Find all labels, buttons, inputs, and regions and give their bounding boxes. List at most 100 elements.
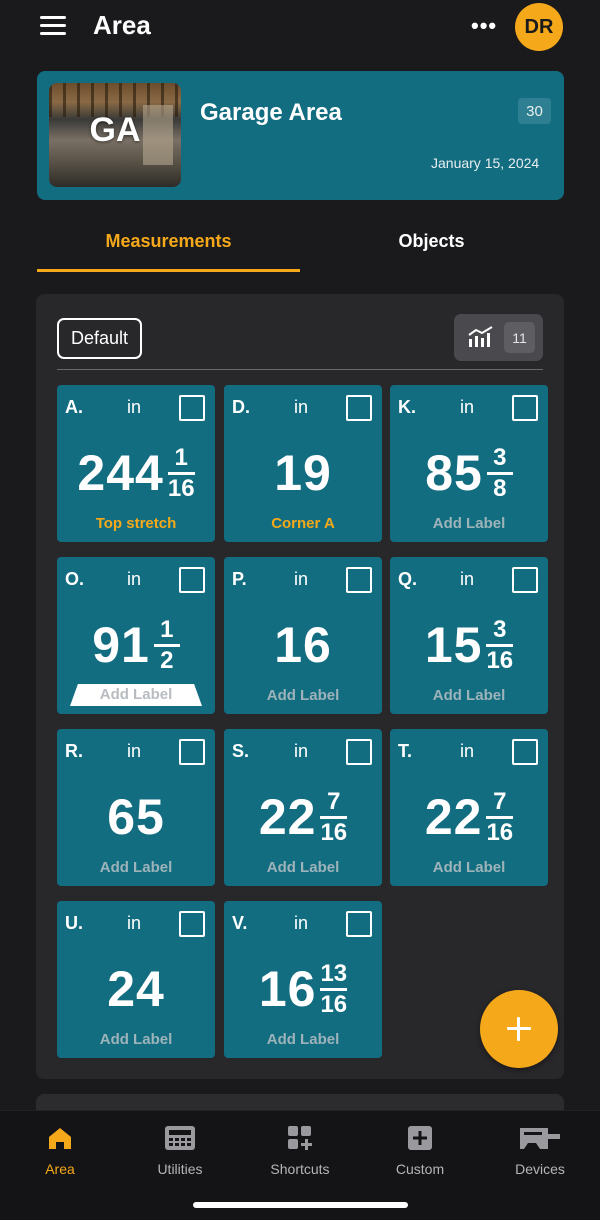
- fraction-denominator: 16: [486, 818, 514, 846]
- measurement-letter: T.: [398, 741, 413, 761]
- fraction-numerator: 3: [493, 615, 507, 643]
- divider: [57, 369, 543, 370]
- measurement-label[interactable]: Add Label: [224, 859, 382, 876]
- measurement-unit[interactable]: in: [294, 397, 308, 418]
- fraction-numerator: 7: [493, 787, 507, 815]
- measurement-value: 22 7 16: [224, 787, 382, 847]
- tab-objects[interactable]: Objects: [300, 220, 563, 272]
- user-avatar[interactable]: DR: [515, 3, 563, 51]
- select-checkbox[interactable]: [512, 395, 538, 421]
- measurement-label[interactable]: Corner A: [224, 515, 382, 532]
- fraction-denominator: 16: [320, 818, 348, 846]
- measurement-tile[interactable]: K. in 85 3 8 Add Label: [390, 385, 548, 542]
- measurement-tile[interactable]: A. in 244 1 16 Top stretch: [57, 385, 215, 542]
- measurement-value: 65: [57, 787, 215, 847]
- nav-item-devices[interactable]: Devices: [480, 1125, 600, 1177]
- measurement-letter: S.: [232, 741, 250, 761]
- tab-measurements[interactable]: Measurements: [37, 220, 300, 272]
- measurement-unit[interactable]: in: [127, 569, 141, 590]
- measurement-unit[interactable]: in: [460, 741, 474, 762]
- measurement-tile[interactable]: S. in 22 7 16 Add Label: [224, 729, 382, 886]
- measurement-label[interactable]: Add Label: [390, 687, 548, 704]
- stats-button[interactable]: 11: [454, 314, 543, 361]
- select-checkbox[interactable]: [179, 567, 205, 593]
- measurement-unit[interactable]: in: [294, 913, 308, 934]
- measurement-unit[interactable]: in: [294, 741, 308, 762]
- fraction-denominator: 16: [320, 990, 348, 1018]
- nav-item-shortcuts[interactable]: Shortcuts: [240, 1125, 360, 1177]
- measurement-unit[interactable]: in: [127, 397, 141, 418]
- measurement-tile[interactable]: T. in 22 7 16 Add Label: [390, 729, 548, 886]
- measurement-tile[interactable]: Q. in 15 3 16 Add Label: [390, 557, 548, 714]
- select-checkbox[interactable]: [346, 911, 372, 937]
- area-name: Garage Area: [200, 99, 342, 126]
- measurement-whole: 244: [77, 445, 164, 501]
- measurement-unit[interactable]: in: [127, 913, 141, 934]
- nav-item-custom[interactable]: Custom: [360, 1125, 480, 1177]
- nav-label-custom: Custom: [395, 1161, 445, 1177]
- measurement-label[interactable]: Add Label: [57, 859, 215, 876]
- measurement-unit[interactable]: in: [460, 397, 474, 418]
- nav-label-area: Area: [45, 1161, 75, 1177]
- select-checkbox[interactable]: [179, 911, 205, 937]
- filter-default-button[interactable]: Default: [57, 318, 142, 359]
- measurement-label[interactable]: Add Label: [224, 687, 382, 704]
- fraction-numerator: 13: [320, 959, 348, 987]
- area-card[interactable]: GA Garage Area 30 January 15, 2024: [37, 71, 564, 200]
- measurement-whole: 19: [274, 445, 332, 501]
- measurement-unit[interactable]: in: [127, 741, 141, 762]
- measurement-tile[interactable]: O. in 91 1 2 Add Label: [57, 557, 215, 714]
- select-checkbox[interactable]: [346, 395, 372, 421]
- more-options-icon[interactable]: •••: [471, 15, 497, 37]
- chart-trend-icon: [468, 326, 493, 347]
- measurement-fraction: 3 16: [486, 615, 514, 674]
- measurement-label[interactable]: Add Label: [57, 1031, 215, 1048]
- area-count-badge: 30: [518, 98, 551, 124]
- measurement-tile[interactable]: V. in 16 13 16 Add Label: [224, 901, 382, 1058]
- measurement-value: 16: [224, 615, 382, 675]
- measurement-value: 15 3 16: [390, 615, 548, 675]
- measurement-tile[interactable]: R. in 65 Add Label: [57, 729, 215, 886]
- nav-item-utilities[interactable]: Utilities: [120, 1125, 240, 1177]
- measurement-whole: 16: [274, 617, 332, 673]
- measurement-tile[interactable]: D. in 19 Corner A: [224, 385, 382, 542]
- measurement-fraction: 13 16: [320, 959, 348, 1018]
- measurement-fraction: 7 16: [486, 787, 514, 846]
- select-checkbox[interactable]: [179, 395, 205, 421]
- shortcuts-grid-icon: [288, 1126, 312, 1150]
- measurement-label[interactable]: Add Label: [390, 515, 548, 532]
- select-checkbox[interactable]: [512, 739, 538, 765]
- hamburger-menu-icon[interactable]: [40, 16, 66, 36]
- measurement-count-badge: 11: [504, 322, 535, 353]
- select-checkbox[interactable]: [179, 739, 205, 765]
- measurement-fraction: 1 16: [167, 445, 195, 501]
- select-checkbox[interactable]: [346, 739, 372, 765]
- nav-label-devices: Devices: [515, 1161, 565, 1177]
- measurement-unit[interactable]: in: [460, 569, 474, 590]
- area-thumbnail: GA: [49, 83, 181, 187]
- measurement-value: 16 13 16: [224, 959, 382, 1019]
- measurement-whole: 65: [107, 789, 165, 845]
- measurement-letter: V.: [232, 913, 248, 933]
- plus-square-icon: [408, 1126, 432, 1150]
- measurement-label[interactable]: Add Label: [224, 1031, 382, 1048]
- measurement-letter: P.: [232, 569, 247, 589]
- select-checkbox[interactable]: [512, 567, 538, 593]
- measurement-letter: D.: [232, 397, 250, 417]
- area-thumbnail-initials: GA: [89, 111, 141, 149]
- measurement-value: 244 1 16: [57, 443, 215, 503]
- fraction-denominator: 16: [486, 646, 514, 674]
- add-measurement-button[interactable]: [480, 990, 558, 1068]
- measurement-unit[interactable]: in: [294, 569, 308, 590]
- nav-item-area[interactable]: Area: [0, 1125, 120, 1177]
- select-checkbox[interactable]: [346, 567, 372, 593]
- page-title: Area: [93, 10, 151, 40]
- measurement-letter: A.: [65, 397, 83, 417]
- measurement-tile[interactable]: U. in 24 Add Label: [57, 901, 215, 1058]
- measurement-tile[interactable]: P. in 16 Add Label: [224, 557, 382, 714]
- measurement-label[interactable]: Add Label: [390, 859, 548, 876]
- measurement-label[interactable]: Add Label: [70, 684, 202, 706]
- fraction-numerator: 3: [493, 443, 507, 471]
- calculator-icon: [165, 1126, 195, 1150]
- measurement-label[interactable]: Top stretch: [57, 515, 215, 532]
